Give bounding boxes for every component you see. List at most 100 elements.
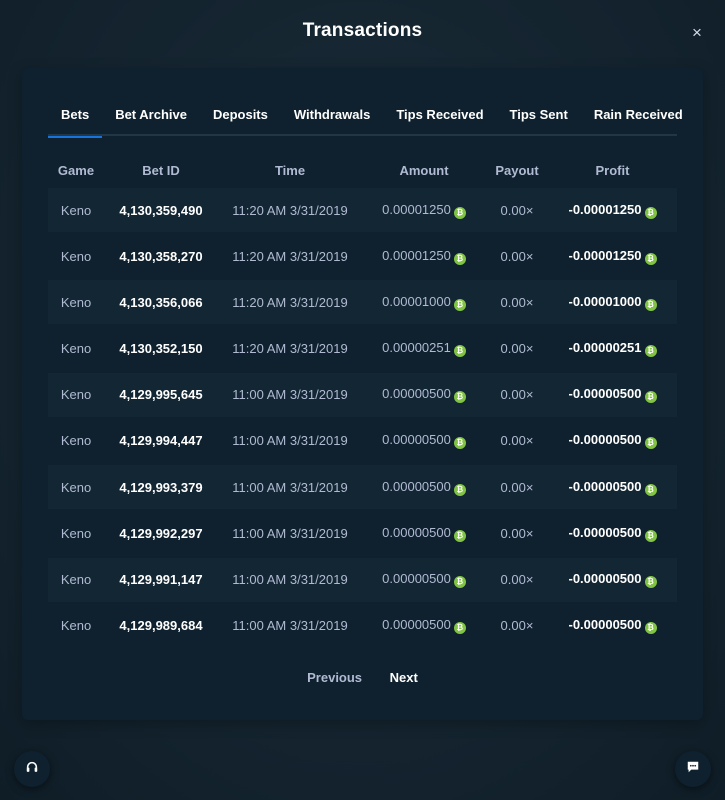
payout-cell: 0.00× — [486, 295, 548, 310]
game-cell-value: Keno — [60, 572, 92, 587]
amount-cell-value: 0.00000500 — [382, 432, 451, 448]
time-cell-value: 11:20 AM 3/31/2019 — [232, 341, 348, 357]
amount-cell: 0.00000500 ₿ — [362, 479, 486, 496]
tab-bets[interactable]: Bets — [48, 100, 103, 138]
game-cell: Keno — [48, 480, 104, 495]
amount-cell: 0.00001250 ₿ — [362, 202, 486, 219]
bet-id-cell[interactable]: 4,129,994,447 — [104, 433, 218, 448]
time-cell: 11:00 AM 3/31/2019 — [218, 387, 362, 402]
profit-cell: -0.00000251 ₿ — [548, 340, 677, 358]
time-cell: 11:00 AM 3/31/2019 — [218, 618, 362, 633]
profit-cell-value: -0.00000500 — [568, 571, 642, 586]
bitcoin-coin-icon: ₿ — [644, 437, 657, 450]
time-cell-value: 11:00 AM 3/31/2019 — [232, 433, 348, 449]
payout-cell-value: 0.00× — [500, 572, 534, 587]
column-header-payout: Payout — [495, 162, 539, 178]
bet-id-cell[interactable]: 4,129,995,645 — [104, 387, 218, 402]
profit-cell-value: -0.00000251 — [568, 340, 642, 356]
column-header-bet-id: Bet ID — [142, 162, 180, 178]
column-header-amount: Amount — [399, 162, 449, 178]
tab-withdrawals[interactable]: Withdrawals — [281, 100, 383, 136]
profit-cell: -0.00001250 ₿ — [548, 202, 677, 219]
time-cell-value: 11:00 AM 3/31/2019 — [232, 572, 348, 587]
amount-cell-value: 0.00000500 — [382, 478, 451, 494]
game-cell-value: Keno — [60, 525, 92, 541]
amount-cell: 0.00000500 ₿ — [362, 617, 486, 635]
payout-cell-value: 0.00× — [500, 387, 534, 403]
table-row[interactable]: Keno 4,129,993,379 11:00 AM 3/31/2019 0.000… — [48, 465, 677, 510]
payout-cell: 0.00× — [486, 480, 548, 495]
table-row[interactable]: Keno 4,130,356,066 11:20 AM 3/31/2019 0.000… — [48, 280, 677, 325]
tab-bar: Bets Bet Archive Deposits Withdrawals Tips R… — [48, 100, 683, 138]
amount-cell-value: 0.00000251 — [382, 340, 451, 356]
bet-id-cell[interactable]: 4,129,992,297 — [104, 526, 218, 541]
time-cell: 11:00 AM 3/31/2019 — [218, 572, 362, 587]
table-row[interactable]: Keno 4,129,995,645 11:00 AM 3/31/2019 0.000… — [48, 372, 677, 417]
bet-id-cell[interactable]: 4,130,356,066 — [104, 295, 218, 310]
game-cell-value: Keno — [60, 248, 92, 264]
table-row[interactable]: Keno 4,130,358,270 11:20 AM 3/31/2019 0.000… — [48, 234, 677, 279]
tab-tips-sent[interactable]: Tips Sent — [497, 100, 581, 136]
game-cell-value: Keno — [60, 387, 92, 403]
game-cell: Keno — [48, 295, 104, 310]
bet-id-cell[interactable]: 4,130,352,150 — [104, 341, 218, 356]
bitcoin-coin-icon: ₿ — [453, 206, 466, 219]
table-row[interactable]: Keno 4,129,994,447 11:00 AM 3/31/2019 0.000… — [48, 418, 677, 463]
game-cell: Keno — [48, 433, 104, 448]
bet-id-cell[interactable]: 4,129,993,379 — [104, 480, 218, 495]
amount-cell: 0.00000500 ₿ — [362, 571, 486, 588]
tab-tips-received[interactable]: Tips Received — [383, 100, 496, 136]
bitcoin-coin-icon: ₿ — [453, 252, 466, 265]
game-cell: Keno — [48, 341, 104, 356]
game-cell-value: Keno — [60, 618, 92, 634]
column-header-game: Game — [57, 162, 95, 178]
payout-cell: 0.00× — [486, 618, 548, 633]
time-cell: 11:00 AM 3/31/2019 — [218, 526, 362, 541]
amount-cell: 0.00000251 ₿ — [362, 340, 486, 358]
table-row[interactable]: Keno 4,129,989,684 11:00 AM 3/31/2019 0.000… — [48, 603, 677, 648]
table-body: Keno 4,130,359,490 11:20 AM 3/31/2019 0.000… — [48, 188, 677, 648]
bet-id-cell-value: 4,130,358,270 — [119, 248, 203, 264]
chat-button[interactable] — [675, 751, 711, 787]
tab-rain-received[interactable]: Rain Received — [581, 100, 696, 136]
payout-cell-value: 0.00× — [500, 202, 534, 218]
next-button[interactable]: Next — [378, 666, 430, 689]
game-cell-value: Keno — [60, 433, 92, 449]
time-cell-value: 11:20 AM 3/31/2019 — [232, 248, 348, 264]
bet-id-cell[interactable]: 4,130,358,270 — [104, 249, 218, 264]
table-row[interactable]: Keno 4,129,992,297 11:00 AM 3/31/2019 0.000… — [48, 511, 677, 556]
amount-cell-value: 0.00001000 — [382, 293, 451, 309]
table-header: Game Bet ID Time Amount Payout Profit — [48, 152, 677, 188]
table-row[interactable]: Keno 4,129,991,147 11:00 AM 3/31/2019 0.000… — [48, 557, 677, 602]
tab-deposits[interactable]: Deposits — [200, 100, 281, 136]
bitcoin-coin-icon: ₿ — [453, 483, 466, 496]
bitcoin-coin-icon: ₿ — [644, 576, 657, 588]
profit-cell: -0.00000500 ₿ — [548, 432, 677, 450]
profit-cell: -0.00000500 ₿ — [548, 617, 677, 635]
game-cell: Keno — [48, 387, 104, 402]
bet-id-cell[interactable]: 4,129,989,684 — [104, 618, 218, 633]
bets-table: Game Bet ID Time Amount Payout Profit Ke… — [48, 152, 677, 650]
game-cell-value: Keno — [60, 202, 92, 218]
payout-cell: 0.00× — [486, 387, 548, 402]
profit-cell-value: -0.00001000 — [568, 293, 642, 309]
payout-cell-value: 0.00× — [500, 618, 534, 634]
pagination: Previous Next — [22, 666, 703, 689]
support-button[interactable] — [14, 751, 50, 787]
bet-id-cell[interactable]: 4,130,359,490 — [104, 203, 218, 218]
profit-cell: -0.00001250 ₿ — [548, 248, 677, 265]
bitcoin-coin-icon: ₿ — [453, 437, 466, 450]
table-row[interactable]: Keno 4,130,359,490 11:20 AM 3/31/2019 0.000… — [48, 188, 677, 232]
profit-cell: -0.00000500 ₿ — [548, 386, 677, 404]
bet-id-cell[interactable]: 4,129,991,147 — [104, 572, 218, 587]
profit-cell-value: -0.00000500 — [568, 432, 642, 448]
amount-cell-value: 0.00001250 — [382, 247, 451, 263]
previous-button[interactable]: Previous — [295, 666, 374, 689]
time-cell: 11:00 AM 3/31/2019 — [218, 480, 362, 495]
table-row[interactable]: Keno 4,130,352,150 11:20 AM 3/31/2019 0.000… — [48, 326, 677, 371]
game-cell-value: Keno — [60, 294, 92, 310]
headset-icon — [25, 761, 39, 777]
tab-bet-archive[interactable]: Bet Archive — [102, 100, 200, 136]
close-icon[interactable]: × — [686, 22, 708, 44]
payout-cell: 0.00× — [486, 203, 548, 218]
